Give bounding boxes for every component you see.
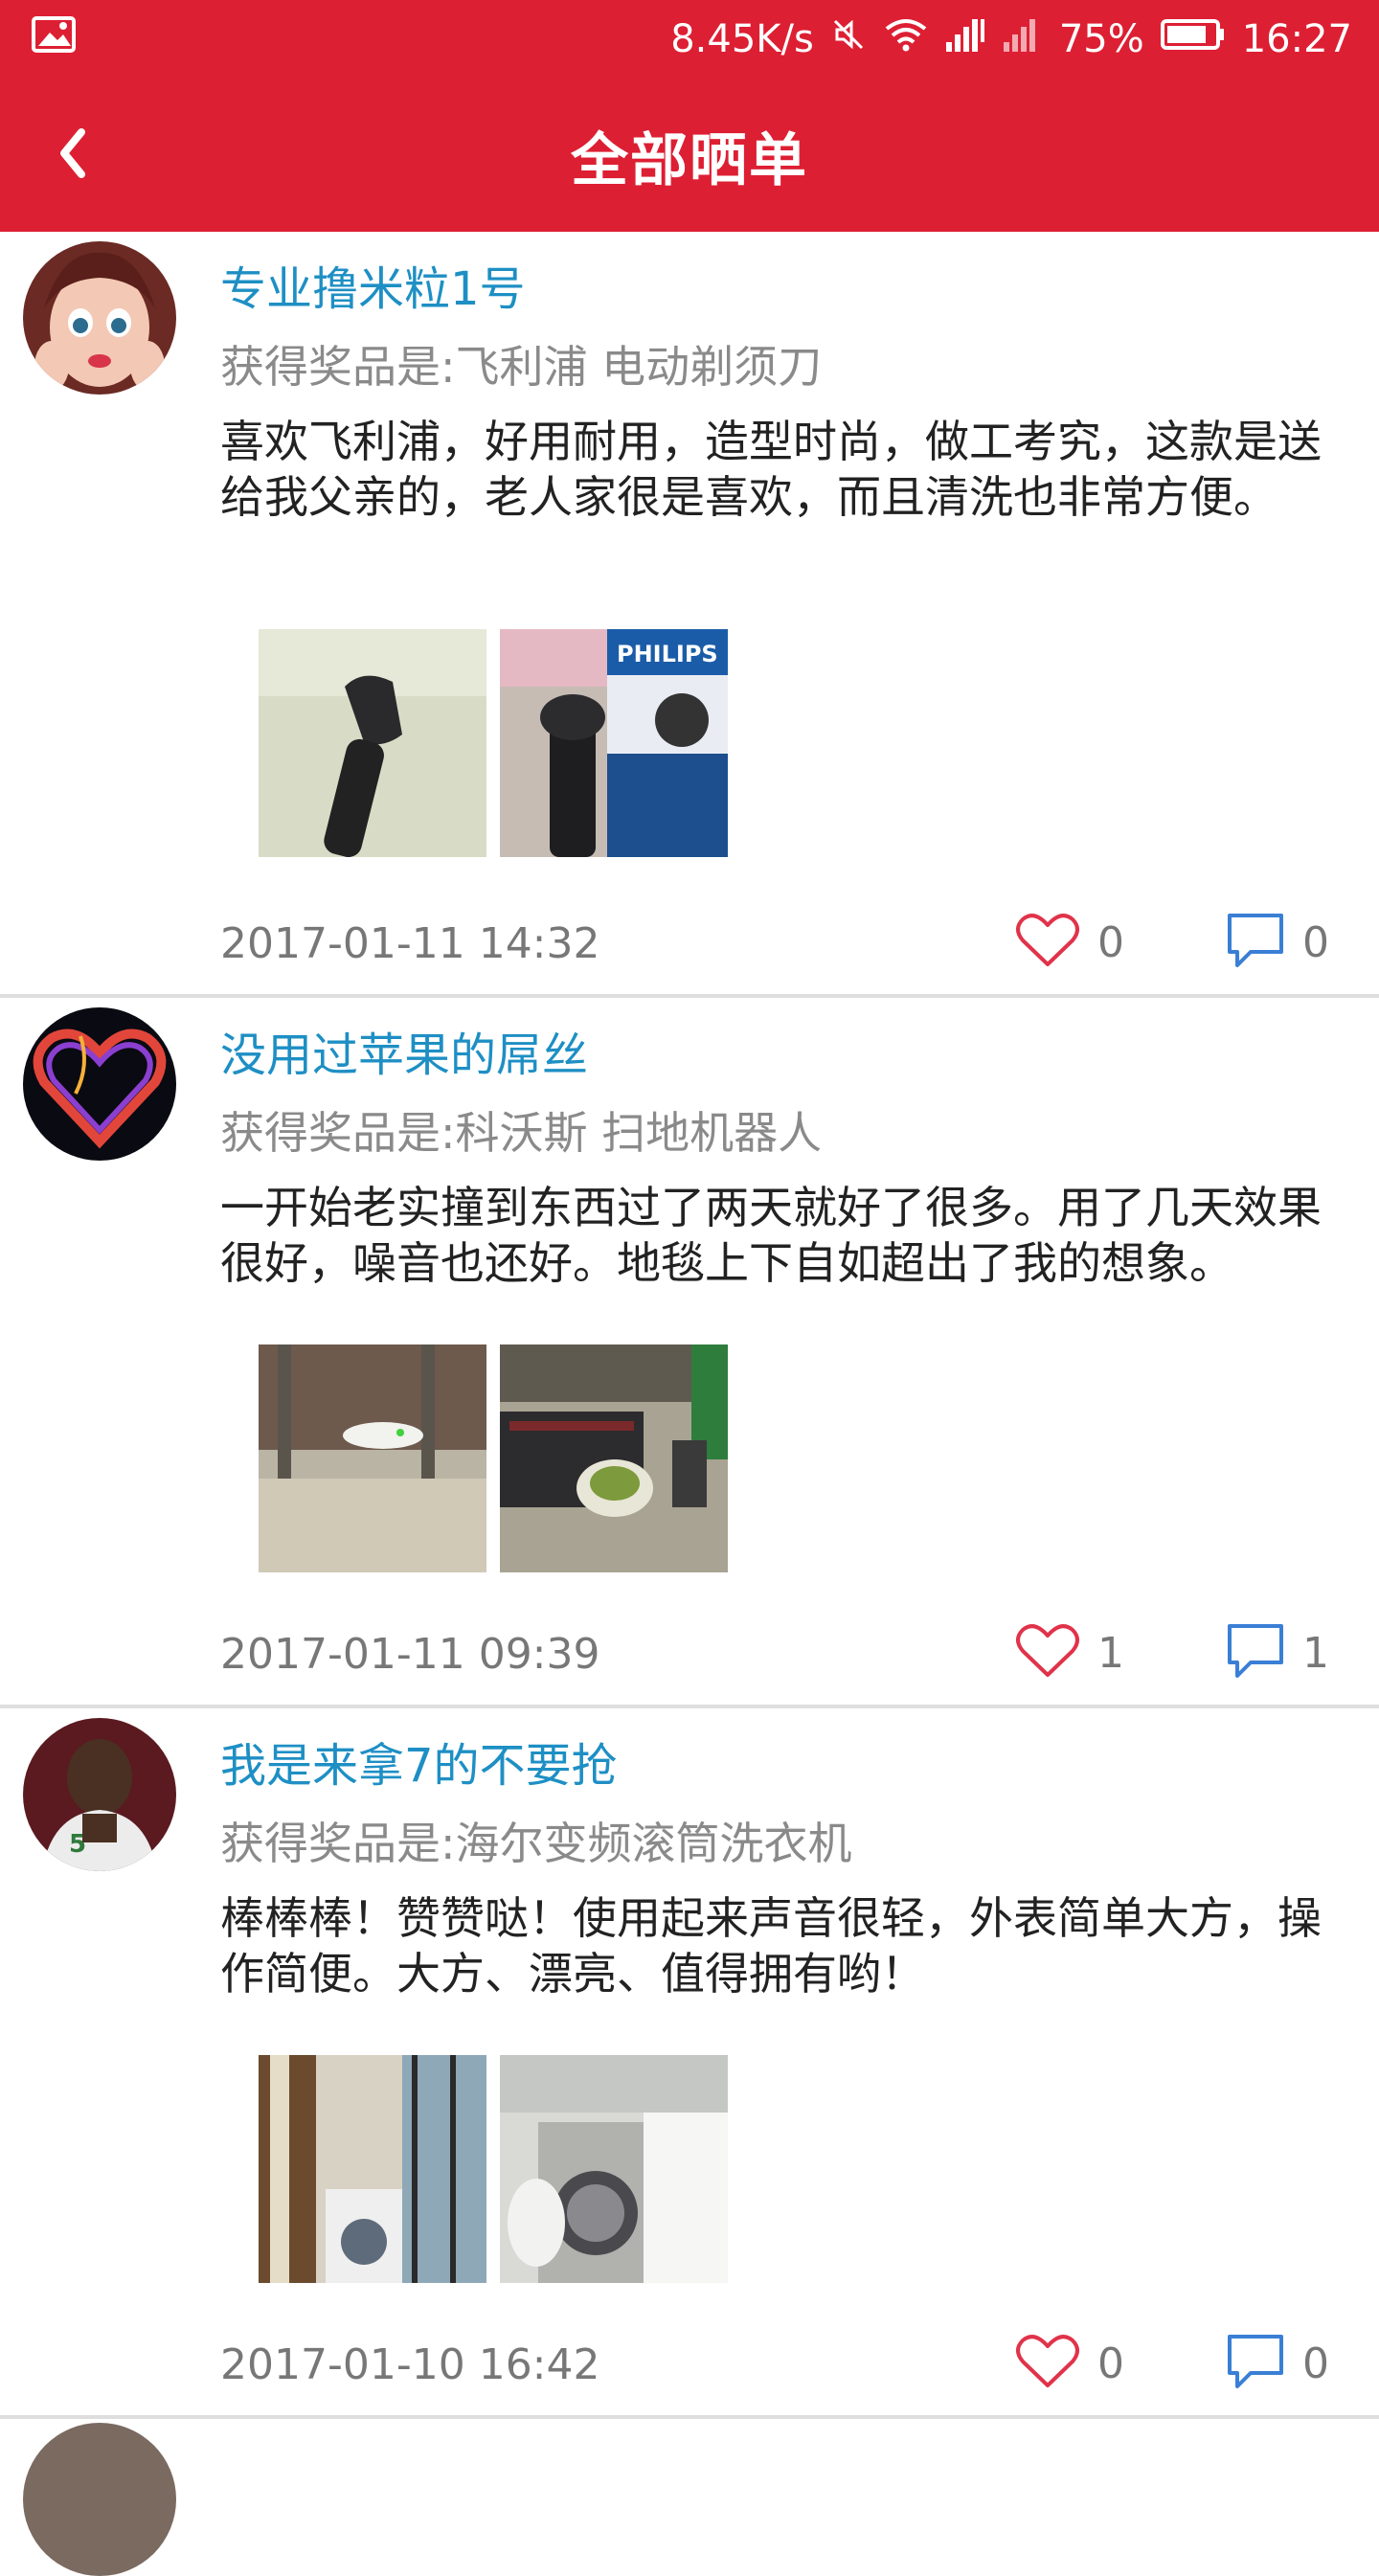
review-content: 棒棒棒！赞赞哒！使用起来声音很轻，外表简单大方，操作简便。大方、漂亮、值得拥有哟…: [220, 1892, 1322, 2000]
avatar[interactable]: [23, 241, 176, 395]
like-button[interactable]: 0: [1015, 2333, 1124, 2394]
comment-button[interactable]: 0: [1226, 912, 1329, 973]
username[interactable]: 我是来拿7的不要抢: [220, 1728, 618, 1795]
review-content: 一开始老实撞到东西过了两天就好了很多。用了几天效果很好，噪音也还好。地毯上下自如…: [220, 1182, 1322, 1289]
post-date: 2017-01-11 09:39: [220, 1630, 600, 1679]
heart-icon: [1015, 1622, 1080, 1683]
review-post[interactable]: 5 我是来拿7的不要抢 获得奖品是:海尔变频滚筒洗衣机 棒棒棒！赞赞哒！使用起来…: [0, 1708, 1379, 2419]
status-bar: 8.45K/s 75% 16:27: [0, 0, 1379, 79]
review-photo[interactable]: [500, 2055, 728, 2283]
heart-icon: [1015, 912, 1080, 973]
chevron-left-icon: [55, 126, 89, 184]
battery-percent: 75%: [1058, 17, 1144, 61]
signal-off-icon: [1002, 15, 1044, 63]
post-date: 2017-01-11 14:32: [220, 919, 600, 968]
review-photo[interactable]: [259, 2055, 486, 2283]
comment-count: 0: [1302, 2339, 1329, 2388]
like-button[interactable]: 0: [1015, 912, 1124, 973]
review-feed: 专业撸米粒1号 获得奖品是:飞利浦 电动剃须刀 喜欢飞利浦，好用耐用，造型时尚，…: [0, 232, 1379, 2419]
username[interactable]: 没用过苹果的屌丝: [220, 1017, 588, 1084]
username[interactable]: 专业撸米粒1号: [220, 251, 526, 318]
review-photo[interactable]: [259, 1344, 486, 1572]
network-speed: 8.45K/s: [670, 17, 814, 61]
page-title: 全部晒单: [571, 126, 808, 194]
avatar[interactable]: 5: [23, 1718, 176, 1871]
prize-text: 获得奖品是:科沃斯 扫地机器人: [220, 1107, 823, 1159]
like-count: 0: [1097, 2339, 1124, 2388]
review-content: 喜欢飞利浦，好用耐用，造型时尚，做工考究，这款是送给我父亲的，老人家很是喜欢，而…: [220, 416, 1322, 523]
comment-count: 0: [1302, 917, 1329, 967]
app-header: 全部晒单: [0, 79, 1379, 232]
photo-grid: [259, 2055, 728, 2283]
review-post[interactable]: 没用过苹果的屌丝 获得奖品是:科沃斯 扫地机器人 一开始老实撞到东西过了两天就好…: [0, 998, 1379, 1708]
review-photo[interactable]: [259, 629, 486, 857]
review-photo[interactable]: PHILIPS: [500, 629, 728, 857]
signal-icon: [944, 15, 986, 63]
post-date: 2017-01-10 16:42: [220, 2340, 600, 2389]
like-count: 0: [1097, 917, 1124, 967]
wifi-icon: [883, 15, 929, 63]
like-count: 1: [1097, 1628, 1124, 1678]
like-button[interactable]: 1: [1015, 1622, 1124, 1683]
avatar[interactable]: [23, 1007, 176, 1161]
battery-icon: [1160, 15, 1227, 63]
comment-icon: [1226, 912, 1285, 973]
heart-icon: [1015, 2333, 1080, 2394]
review-photo[interactable]: [500, 1344, 728, 1572]
back-button[interactable]: [38, 117, 105, 193]
brand-label: PHILIPS: [617, 641, 718, 667]
prize-text: 获得奖品是:飞利浦 电动剃须刀: [220, 341, 823, 393]
image-icon: [31, 15, 77, 63]
photo-grid: [259, 1344, 728, 1572]
review-post[interactable]: 专业撸米粒1号 获得奖品是:飞利浦 电动剃须刀 喜欢飞利浦，好用耐用，造型时尚，…: [0, 232, 1379, 998]
comment-button[interactable]: 0: [1226, 2333, 1329, 2394]
photo-grid: PHILIPS: [259, 629, 728, 857]
clock: 16:27: [1241, 17, 1352, 61]
comment-count: 1: [1302, 1628, 1329, 1678]
comment-icon: [1226, 2333, 1285, 2394]
comment-button[interactable]: 1: [1226, 1622, 1329, 1683]
avatar[interactable]: [23, 2423, 176, 2576]
comment-icon: [1226, 1622, 1285, 1683]
prize-text: 获得奖品是:海尔变频滚筒洗衣机: [220, 1818, 852, 1869]
mute-icon: [829, 15, 868, 63]
